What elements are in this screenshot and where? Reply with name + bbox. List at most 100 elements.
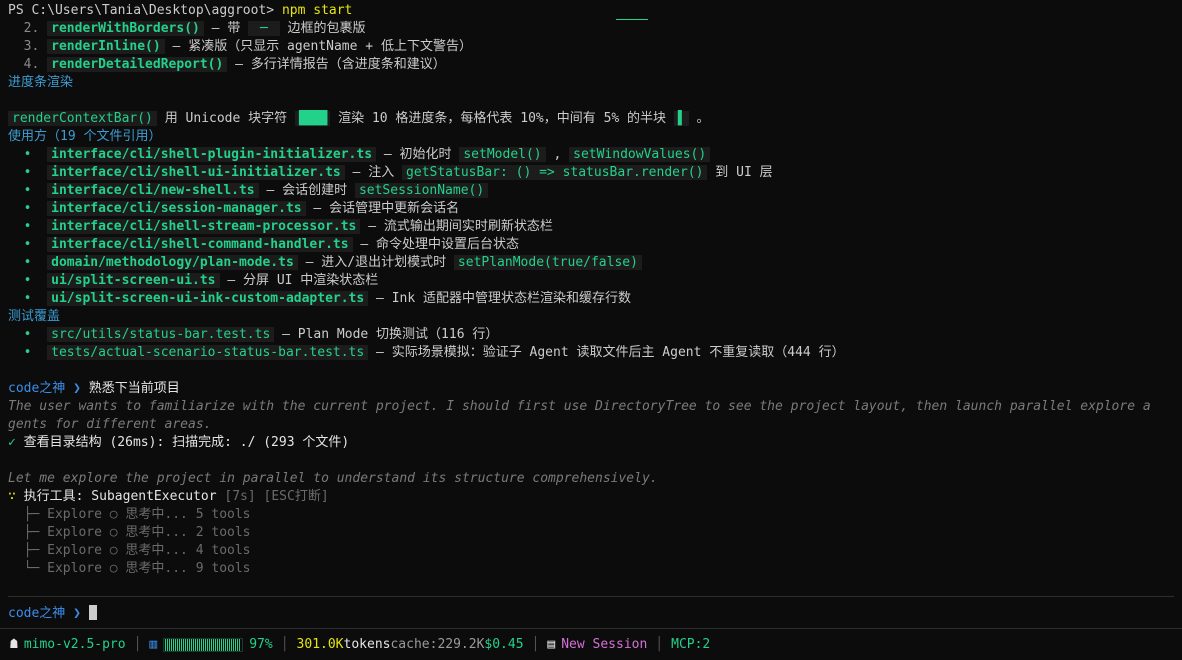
list-text: — 带 <box>203 21 249 36</box>
inline-code: setPlanMode(true/false) <box>453 255 642 270</box>
user-message-line: code之神 ❯ 熟悉下当前项目 <box>8 380 1174 398</box>
explorer-label: Explore ○ 思考中... 4 tools <box>47 543 251 558</box>
model-name[interactable]: mimo-v2.5-pro <box>24 637 126 652</box>
bullet-icon: • <box>23 201 32 216</box>
input-line[interactable]: code之神 ❯ <box>8 605 1174 623</box>
divider: │ <box>280 637 289 652</box>
scroll-marker <box>616 19 648 20</box>
explorer-item: └─ Explore ○ 思考中... 9 tools <box>8 560 1174 578</box>
chart-icon: ▥ <box>149 637 158 652</box>
inline-code: renderWithBorders() <box>47 21 204 36</box>
tree-branch: └─ <box>8 561 48 576</box>
explore-note: Let me explore the project in parallel t… <box>8 471 658 486</box>
file-path: ui/split-screen-ui-ink-custom-adapter.ts <box>47 291 369 306</box>
list-item: 2. renderWithBorders() — 带 ─ 边框的包裹版 <box>8 20 1174 38</box>
list-item: • interface/cli/shell-stream-processor.t… <box>8 218 1174 236</box>
thinking-text: gents for different areas. <box>8 417 212 432</box>
list-number: 4. <box>23 57 40 72</box>
inline-code: ─ <box>248 21 280 36</box>
block-glyph: ████ <box>294 111 331 126</box>
input-divider <box>8 596 1174 605</box>
divider: │ <box>133 637 142 652</box>
bullet-icon: • <box>23 147 32 162</box>
bullet-icon: • <box>23 345 32 360</box>
list-text: 边框的包裹版 <box>279 21 366 36</box>
exec-hint[interactable]: [ESC打断] <box>256 489 329 504</box>
inline-code: renderContextBar() <box>8 111 157 126</box>
list-item: • ui/split-screen-ui.ts — 分屏 UI 中渲染状态栏 <box>8 272 1174 290</box>
text: 。 <box>688 111 710 126</box>
tree-branch: ├─ <box>8 525 48 540</box>
list-number: 2. <box>23 21 40 36</box>
tree-branch: ├─ <box>8 507 48 522</box>
list-text: — 实际场景模拟：验证子 Agent 读取文件后主 Agent 不重复读取（44… <box>368 345 845 360</box>
list-text: — 进入/退出计划模式时 <box>297 255 454 270</box>
bullet-icon: • <box>23 219 32 234</box>
prompt-name: code之神 <box>8 606 66 621</box>
shell-command: npm start <box>281 3 353 18</box>
list-item: 3. renderInline() — 紧凑版（只显示 agentName + … <box>8 38 1174 56</box>
divider: │ <box>655 637 664 652</box>
list-item: • interface/cli/shell-ui-initializer.ts … <box>8 164 1174 182</box>
list-text: 到 UI 层 <box>707 165 773 180</box>
list-item: • domain/methodology/plan-mode.ts — 进入/退… <box>8 254 1174 272</box>
usage-list: • interface/cli/shell-plugin-initializer… <box>8 146 1174 308</box>
explorer-label: Explore ○ 思考中... 2 tools <box>47 525 251 540</box>
session-name[interactable]: New Session <box>561 637 647 652</box>
section-heading-usage: 使用方（19 个文件引用） <box>8 129 162 144</box>
list-text: — 多行详情报告（含进度条和建议） <box>227 57 446 72</box>
cache-value: cache:229.2K <box>390 637 485 652</box>
list-text: — Ink 适配器中管理状态栏渲染和缓存行数 <box>368 291 632 306</box>
bullet-icon: • <box>23 237 32 252</box>
check-icon: ✓ <box>8 435 16 450</box>
tree-branch: ├─ <box>8 543 48 558</box>
chat-icon: ▤ <box>547 637 556 652</box>
bullet-icon: • <box>23 183 32 198</box>
list-item: • interface/cli/shell-command-handler.ts… <box>8 236 1174 254</box>
bullet-icon: • <box>23 291 32 306</box>
shell-prompt-line: PS C:\Users\Tania\Desktop\aggroot> npm s… <box>8 2 1174 20</box>
list-text: — Plan Mode 切换测试（116 行） <box>274 327 499 342</box>
inline-code: renderInline() <box>47 39 165 54</box>
bullet-icon: • <box>23 165 32 180</box>
inline-code: setWindowValues() <box>569 147 711 162</box>
file-path: interface/cli/session-manager.ts <box>47 201 306 216</box>
list-text: — 流式输出期间实时刷新状态栏 <box>360 219 553 234</box>
section-heading-tests: 测试覆盖 <box>8 309 61 324</box>
mcp-count[interactable]: MCP:2 <box>671 637 710 652</box>
divider: │ <box>531 637 540 652</box>
prompt-arrow-icon: ❯ <box>65 606 89 621</box>
explorer-label: Explore ○ 思考中... 5 tools <box>47 507 251 522</box>
explorer-item: ├─ Explore ○ 思考中... 4 tools <box>8 542 1174 560</box>
list-text: — 初始化时 <box>376 147 460 162</box>
text-cursor[interactable] <box>88 605 97 620</box>
explorer-list: ├─ Explore ○ 思考中... 5 tools ├─ Explore ○… <box>8 506 1174 578</box>
inline-code: setSessionName() <box>354 183 489 198</box>
list-text: , <box>545 147 570 162</box>
spinner-icon: ∵ <box>8 489 16 504</box>
file-path: ui/split-screen-ui.ts <box>47 273 220 288</box>
prompt-name: code之神 <box>8 381 66 396</box>
file-path: interface/cli/shell-ui-initializer.ts <box>47 165 345 180</box>
file-path: interface/cli/shell-plugin-initializer.t… <box>47 147 377 162</box>
status-bar: ☗ mimo-v2.5-pro │ ▥ 97% │ 301.0K tokens … <box>0 628 1182 660</box>
inline-code: getStatusBar: () => statusBar.render() <box>402 165 708 180</box>
file-path: domain/methodology/plan-mode.ts <box>47 255 298 270</box>
exec-time: [7s] <box>216 489 256 504</box>
cost-value: $0.45 <box>484 637 524 652</box>
explorer-item: ├─ Explore ○ 思考中... 5 tools <box>8 506 1174 524</box>
section-heading-progress: 进度条渲染 <box>8 75 74 90</box>
tokens-label: tokens <box>343 637 391 652</box>
robot-icon: ☗ <box>10 637 18 652</box>
shell-prompt-path: PS C:\Users\Tania\Desktop\aggroot> <box>8 3 282 18</box>
list-text: — 注入 <box>344 165 403 180</box>
thinking-text: The user wants to familiarize with the c… <box>8 399 1151 414</box>
list-number: 3. <box>23 39 40 54</box>
text: 渲染 10 格进度条，每格代表 10%，中间有 5% 的半块 <box>330 111 674 126</box>
user-message: 熟悉下当前项目 <box>88 381 180 396</box>
inline-code: setModel() <box>459 147 546 162</box>
